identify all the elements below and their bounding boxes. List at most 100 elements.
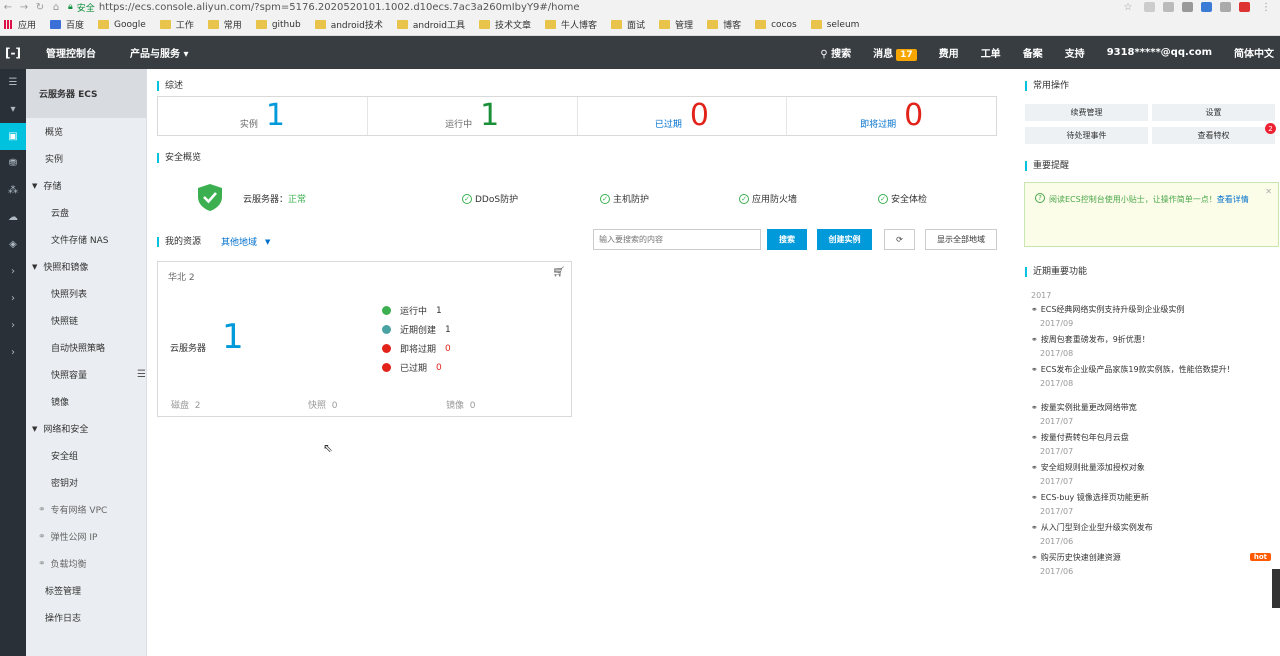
reload-icon[interactable]: ↻ [32,2,48,13]
sidebar-group-network[interactable]: ▼ 网络和安全 [26,415,146,442]
sidebar-item-overview[interactable]: 概览 [26,118,146,145]
sidebar-item-vpc[interactable]: ⚭ 专有网络 VPC [26,496,146,523]
feature-item[interactable]: ⚭ 按量实例批量更改网络带宽 2017/07 [1031,403,1271,433]
chevron-right-icon[interactable]: › [0,312,26,339]
sidebar-item-security-group[interactable]: 安全组 [26,442,146,469]
bookmark-android-tools[interactable]: android工具 [396,18,465,31]
feature-item[interactable]: ⚭ ECS发布企业级产品家族19款实例族，性能倍数提升！ 2017/08 [1031,365,1271,403]
other-region-dropdown[interactable]: 其他地域 [221,235,257,248]
sidebar-item-slb[interactable]: ⚭ 负载均衡 [26,550,146,577]
feature-item[interactable]: ⚭ ECS经典网络实例支持升级到企业级实例 2017/09 [1031,305,1271,335]
bookmark-tech-articles[interactable]: 技术文章 [479,18,531,31]
sidebar-item-snapshot-capacity[interactable]: 快照容量 ☰ [26,361,146,388]
language-menu[interactable]: 简体中文 [1234,45,1274,60]
chevron-right-icon[interactable]: › [0,285,26,312]
server-count[interactable]: 1 [222,317,244,357]
bookmark-cocos[interactable]: cocos [755,20,797,30]
sidebar-group-storage[interactable]: ▼ 存储 [26,172,146,199]
feature-item[interactable]: ⚭ ECS-buy 镜像选择页功能更新 2017/07 [1031,493,1271,523]
bookmark-android-tech[interactable]: android技术 [314,18,383,31]
disk-count[interactable]: 磁盘 2 [171,398,200,411]
extension-icon[interactable] [1201,1,1212,12]
extension-icon[interactable] [1182,1,1193,12]
search-link[interactable]: ⚲ 搜索 [820,45,851,60]
bookmark-blog[interactable]: 博客 [707,18,741,31]
bookmark-manage[interactable]: 管理 [659,18,693,31]
sidebar-item-snapshot-chain[interactable]: 快照链 [26,307,146,334]
bookmark-apps[interactable]: 应用 [4,18,36,31]
refresh-button[interactable]: ⟳ [884,229,915,250]
box-icon[interactable]: ◈ [0,231,26,258]
star-icon[interactable]: ☆ [1120,2,1136,13]
sidebar-item-snapshot-list[interactable]: 快照列表 [26,280,146,307]
cart-icon[interactable]: 🛒︎ [552,267,565,278]
feature-item[interactable]: ⚭ 按量付费转包年包月云盘 2017/07 [1031,433,1271,463]
bookmark-baidu[interactable]: 百度 [50,18,84,31]
snapshot-count[interactable]: 快照 0 [308,398,337,411]
hamburger-icon[interactable]: ☰ [0,69,26,96]
sidebar-item-instances[interactable]: 实例 [26,145,146,172]
cloud-icon[interactable]: ☁ [0,204,26,231]
sidebar-item-disks[interactable]: 云盘 [26,199,146,226]
summary-instances[interactable]: 实例 1 [158,97,368,135]
sidebar-item-keypair[interactable]: 密钥对 [26,469,146,496]
bookmark-github[interactable]: github [255,20,301,30]
home-icon[interactable]: ⌂ [48,2,64,13]
back-icon[interactable]: ← [0,2,16,13]
tickets-link[interactable]: 工单 [981,45,1001,60]
feature-item[interactable]: ⚭ 按周包套重磅发布，9折优惠！ 2017/08 [1031,335,1271,365]
feature-item[interactable]: ⚭ 安全组规则批量添加授权对象 2017/07 [1031,463,1271,493]
bookmark-work[interactable]: 工作 [159,18,194,31]
summary-expired[interactable]: 已过期 0 [578,97,788,135]
sidebar-item-oplog[interactable]: 操作日志 [26,604,146,631]
extension-icon[interactable] [1220,1,1231,12]
console-home-link[interactable]: 管理控制台 [46,45,96,60]
bookmark-common[interactable]: 常用 [207,18,242,31]
products-menu[interactable]: 产品与服务 ▾ [130,45,189,60]
database-icon[interactable]: ⛃ [0,150,26,177]
stat-expiring[interactable]: 即将过期 0 [382,342,451,355]
aliyun-logo-icon[interactable]: [-] [0,36,26,69]
chevron-right-icon[interactable]: › [0,258,26,285]
search-button[interactable]: 搜索 [767,229,807,250]
beian-link[interactable]: 备案 [1023,45,1043,60]
image-count[interactable]: 镜像 0 [446,398,475,411]
settings-button[interactable]: 设置 [1152,104,1275,121]
close-icon[interactable]: ✕ [1265,187,1272,196]
summary-running[interactable]: 运行中 1 [368,97,578,135]
sidebar-item-tags[interactable]: 标签管理 [26,577,146,604]
show-all-regions-button[interactable]: 显示全部地域 [925,229,997,250]
extension-icon[interactable] [1163,1,1174,12]
renew-management-button[interactable]: 续费管理 [1025,104,1148,121]
support-link[interactable]: 支持 [1065,45,1085,60]
billing-link[interactable]: 费用 [939,45,959,60]
summary-expiring[interactable]: 即将过期 0 [787,97,996,135]
ecs-icon[interactable]: ▣ [0,123,26,150]
stat-expired[interactable]: 已过期 0 [382,361,442,374]
feature-item[interactable]: ⚭ 从入门型到企业型升级实例发布 2017/06 [1031,523,1271,553]
account-menu[interactable]: 9318*****@qq.com [1107,47,1212,58]
extension-icon[interactable] [1144,1,1155,12]
forward-icon[interactable]: → [16,2,32,13]
url-field[interactable]: https://ecs.console.aliyun.com/?spm=5176… [99,2,580,13]
caret-down-icon[interactable]: ▼ [265,238,270,246]
extension-icon[interactable] [1239,1,1250,12]
expand-icon[interactable]: ▾ [0,96,26,123]
sidebar-item-images[interactable]: 镜像 [26,388,146,415]
feedback-side-tab[interactable] [1272,569,1280,608]
stat-recent[interactable]: 近期创建 1 [382,323,451,336]
feature-item[interactable]: ⚭ 购买历史快速创建资源 2017/06 hot [1031,553,1271,583]
sidebar-item-eip[interactable]: ⚭ 弹性公网 IP [26,523,146,550]
notice-detail-link[interactable]: 查看详情 [1217,195,1249,204]
network-icon[interactable]: ⁂ [0,177,26,204]
security-item-checkup[interactable]: ✓ 安全体检 [878,192,927,205]
pending-events-button[interactable]: 待处理事件 [1025,127,1148,144]
messages-link[interactable]: 消息 17 [873,45,917,61]
menu-icon[interactable]: ⋮ [1258,2,1274,13]
security-item-waf[interactable]: ✓ 应用防火墙 [739,192,797,205]
security-item-ddos[interactable]: ✓ DDoS防护 [462,192,518,205]
security-item-host[interactable]: ✓ 主机防护 [600,192,649,205]
chevron-right-icon[interactable]: › [0,339,26,366]
sidebar-group-snapshots[interactable]: ▼ 快照和镜像 [26,253,146,280]
resource-search-input[interactable] [593,229,761,250]
